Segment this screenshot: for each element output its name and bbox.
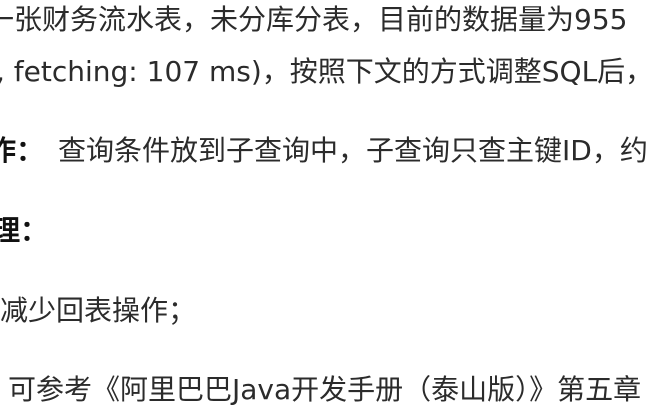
document-page: 一张财务流水表，未分库分表，目前的数据量为955 , fetching: 107… [0,0,664,406]
paragraph-line-2: , fetching: 107 ms)，按照下文的方式调整SQL后， [0,55,654,88]
principle-item-1: 减少回表操作； [0,294,197,327]
operation-text: 查询条件放到子查询中，子查询只查主键ID，约 [58,134,648,167]
operation-label: 作： [0,134,45,167]
paragraph-line-1: 一张财务流水表，未分库分表，目前的数据量为955 [0,3,628,36]
operation-line: 作： 查询条件放到子查询中，子查询只查主键ID，约 [0,131,648,171]
reference-line: 可参考《阿里巴巴Java开发手册（泰山版）》第五章 [8,373,642,406]
principle-label: 理： [0,214,49,247]
